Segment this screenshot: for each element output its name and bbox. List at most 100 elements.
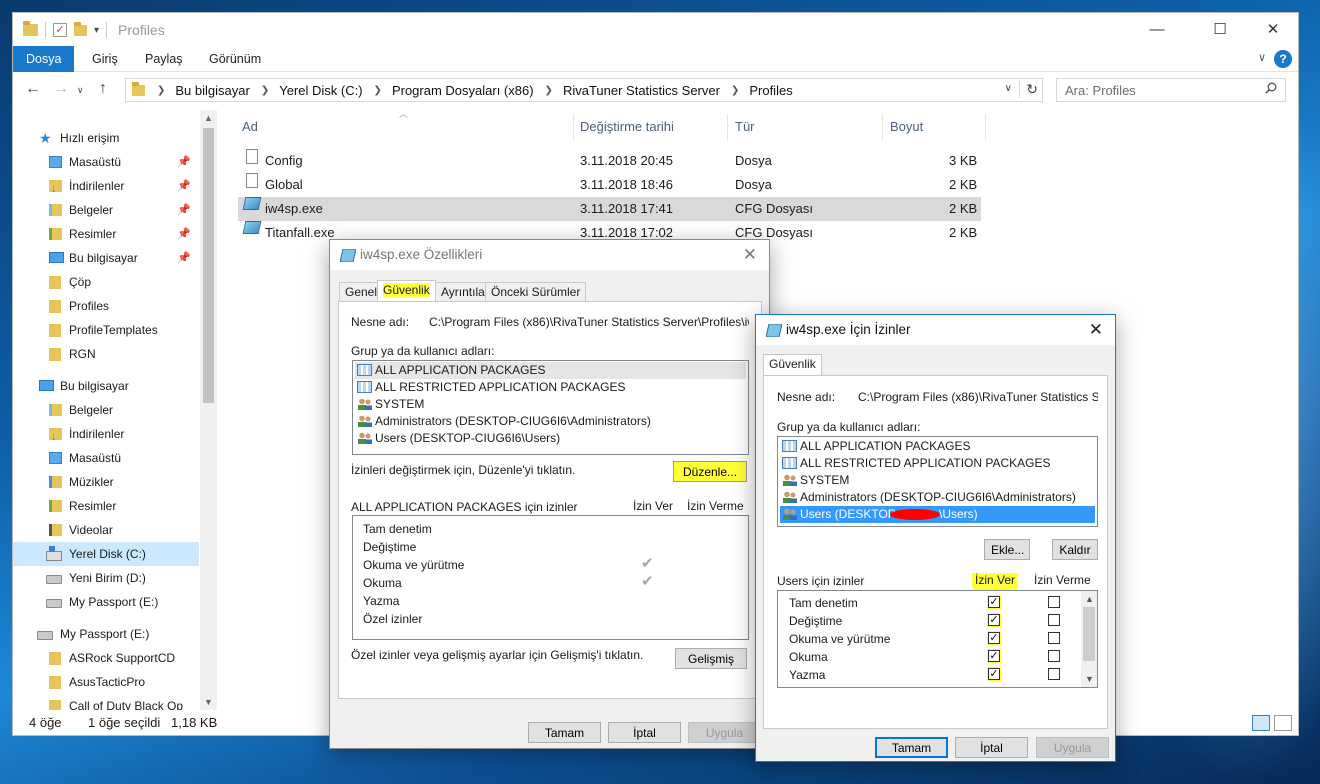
- permission-scrollbar[interactable]: ▲ ▼: [1081, 591, 1097, 687]
- nav-item-asrock[interactable]: ASRock SupportCD: [13, 646, 199, 670]
- scroll-thumb[interactable]: [203, 128, 214, 403]
- list-item[interactable]: ALL RESTRICTED APPLICATION PACKAGES: [780, 455, 1095, 472]
- address-bar[interactable]: ❯ Bu bilgisayar ❯ Yerel Disk (C:) ❯ Prog…: [125, 78, 1043, 102]
- tab-security[interactable]: Güvenlik: [763, 354, 822, 376]
- list-item[interactable]: ALL RESTRICTED APPLICATION PACKAGES: [355, 379, 746, 396]
- nav-item-local-disk[interactable]: Yerel Disk (C:): [13, 542, 199, 566]
- nav-item-asus[interactable]: AsusTacticPro: [13, 670, 199, 694]
- deny-write-checkbox[interactable]: [1048, 668, 1060, 680]
- tab-home[interactable]: Giriş: [92, 46, 118, 72]
- pin-icon[interactable]: 📌: [177, 222, 191, 246]
- nav-item-pc-desktop[interactable]: Masaüstü: [13, 446, 199, 470]
- nav-this-pc[interactable]: Bu bilgisayar: [13, 374, 199, 398]
- help-icon[interactable]: ?: [1274, 50, 1292, 68]
- list-item[interactable]: ALL APPLICATION PACKAGES: [780, 438, 1095, 455]
- deny-read-execute-checkbox[interactable]: [1048, 632, 1060, 644]
- ok-button[interactable]: Tamam: [875, 737, 948, 758]
- nav-item-pc-pictures[interactable]: Resimler: [13, 494, 199, 518]
- deny-read-checkbox[interactable]: [1048, 650, 1060, 662]
- properties-icon[interactable]: ✓: [53, 23, 67, 37]
- scroll-up-icon[interactable]: ▲: [204, 113, 213, 123]
- list-item[interactable]: Administrators (DESKTOP-CIUG6I6\Administ…: [355, 413, 746, 430]
- column-size[interactable]: Boyut: [890, 114, 923, 140]
- column-type[interactable]: Tür: [735, 114, 755, 140]
- deny-modify-checkbox[interactable]: [1048, 614, 1060, 626]
- scroll-down-icon[interactable]: ▼: [204, 697, 213, 707]
- column-divider[interactable]: [985, 114, 986, 140]
- nav-my-passport[interactable]: My Passport (E:): [13, 622, 199, 646]
- breadcrumb-local-disk[interactable]: Yerel Disk (C:): [279, 83, 362, 98]
- minimize-button[interactable]: —: [1134, 13, 1180, 46]
- add-button[interactable]: Ekle...: [984, 539, 1030, 560]
- nav-item-this-pc-quick[interactable]: Bu bilgisayar 📌: [13, 246, 199, 270]
- close-icon[interactable]: ✕: [1089, 320, 1103, 340]
- breadcrumb-profiles[interactable]: Profiles: [749, 83, 792, 98]
- nav-item-documents[interactable]: Belgeler 📌: [13, 198, 199, 222]
- forward-arrow-icon[interactable]: →: [53, 80, 69, 98]
- tab-view[interactable]: Görünüm: [209, 46, 261, 72]
- refresh-icon[interactable]: ↻: [1019, 81, 1038, 98]
- details-view-icon[interactable]: [1252, 715, 1270, 731]
- nav-item-trash[interactable]: Çöp: [13, 270, 199, 294]
- file-row[interactable]: iw4sp.exe 3.11.2018 17:41 CFG Dosyası 2 …: [238, 197, 981, 221]
- column-date[interactable]: Değiştirme tarihi: [580, 114, 674, 140]
- list-item[interactable]: SYSTEM: [780, 472, 1095, 489]
- nav-quick-access[interactable]: ★ Hızlı erişim: [13, 126, 199, 150]
- close-button[interactable]: ✕: [1250, 13, 1296, 46]
- chevron-right-icon[interactable]: ❯: [545, 85, 553, 96]
- pin-icon[interactable]: 📌: [177, 174, 191, 198]
- column-name[interactable]: Ad: [242, 114, 258, 140]
- deny-full-control-checkbox[interactable]: [1048, 596, 1060, 608]
- group-list[interactable]: ALL APPLICATION PACKAGES ALL RESTRICTED …: [777, 436, 1098, 527]
- file-row[interactable]: Global 3.11.2018 18:46 Dosya 2 KB: [238, 173, 981, 197]
- apply-button[interactable]: Uygula: [1036, 737, 1109, 758]
- search-box[interactable]: [1056, 78, 1286, 102]
- scroll-up-icon[interactable]: ▲: [1085, 594, 1094, 604]
- tab-file[interactable]: Dosya: [13, 46, 75, 72]
- nav-scrollbar[interactable]: ▲ ▼: [200, 110, 217, 710]
- search-input[interactable]: [1057, 79, 1247, 101]
- chevron-right-icon[interactable]: ❯: [261, 85, 269, 96]
- allow-write-checkbox[interactable]: ✓: [988, 668, 1000, 680]
- search-icon[interactable]: [1265, 82, 1277, 94]
- allow-read-checkbox[interactable]: ✓: [988, 650, 1000, 662]
- chevron-down-icon[interactable]: ∨: [1258, 51, 1266, 64]
- list-item[interactable]: Users (DESKTOP-CIUG6I6\Users): [355, 430, 746, 447]
- large-icons-view-icon[interactable]: [1274, 715, 1292, 731]
- remove-button[interactable]: Kaldır: [1052, 539, 1098, 560]
- allow-full-control-checkbox[interactable]: ✓: [988, 596, 1000, 608]
- cancel-button[interactable]: İptal: [955, 737, 1028, 758]
- nav-item-downloads[interactable]: İndirilenler 📌: [13, 174, 199, 201]
- recent-locations-icon[interactable]: ∨: [77, 85, 84, 96]
- nav-item-new-volume[interactable]: Yeni Birim (D:): [13, 566, 199, 590]
- list-item[interactable]: Users (DESKTOP- \Users): [780, 506, 1095, 523]
- nav-item-cod[interactable]: Call of Duty Black Op: [13, 694, 199, 710]
- back-arrow-icon[interactable]: ←: [25, 80, 41, 98]
- chevron-right-icon[interactable]: ❯: [157, 85, 165, 96]
- tab-previous-versions[interactable]: Önceki Sürümler: [485, 282, 587, 302]
- list-item[interactable]: ALL APPLICATION PACKAGES: [355, 362, 746, 379]
- column-divider[interactable]: [573, 114, 574, 140]
- customize-toolbar-icon[interactable]: ▾: [94, 25, 99, 36]
- list-item[interactable]: Administrators (DESKTOP-CIUG6I6\Administ…: [780, 489, 1095, 506]
- breadcrumb-this-pc[interactable]: Bu bilgisayar: [175, 83, 249, 98]
- chevron-right-icon[interactable]: ❯: [731, 85, 739, 96]
- advanced-button[interactable]: Gelişmiş: [675, 648, 747, 669]
- allow-modify-checkbox[interactable]: ✓: [988, 614, 1000, 626]
- nav-item-profiles[interactable]: Profiles: [13, 294, 199, 318]
- close-icon[interactable]: ✕: [743, 245, 757, 265]
- nav-item-pc-downloads[interactable]: İndirilenler: [13, 422, 199, 449]
- column-divider[interactable]: [727, 114, 728, 140]
- ok-button[interactable]: Tamam: [528, 722, 601, 743]
- maximize-button[interactable]: ☐: [1197, 13, 1243, 46]
- nav-item-desktop[interactable]: Masaüstü 📌: [13, 150, 199, 174]
- nav-item-pictures[interactable]: Resimler 📌: [13, 222, 199, 246]
- column-divider[interactable]: [882, 114, 883, 140]
- nav-item-pc-music[interactable]: Müzikler: [13, 470, 199, 494]
- nav-item-rgn[interactable]: RGN: [13, 342, 199, 366]
- pin-icon[interactable]: 📌: [177, 246, 191, 270]
- scroll-thumb[interactable]: [1083, 607, 1095, 661]
- file-row[interactable]: Config 3.11.2018 20:45 Dosya 3 KB: [238, 149, 981, 173]
- nav-item-profiletemplates[interactable]: ProfileTemplates: [13, 318, 199, 342]
- tab-security[interactable]: Güvenlik: [377, 280, 436, 302]
